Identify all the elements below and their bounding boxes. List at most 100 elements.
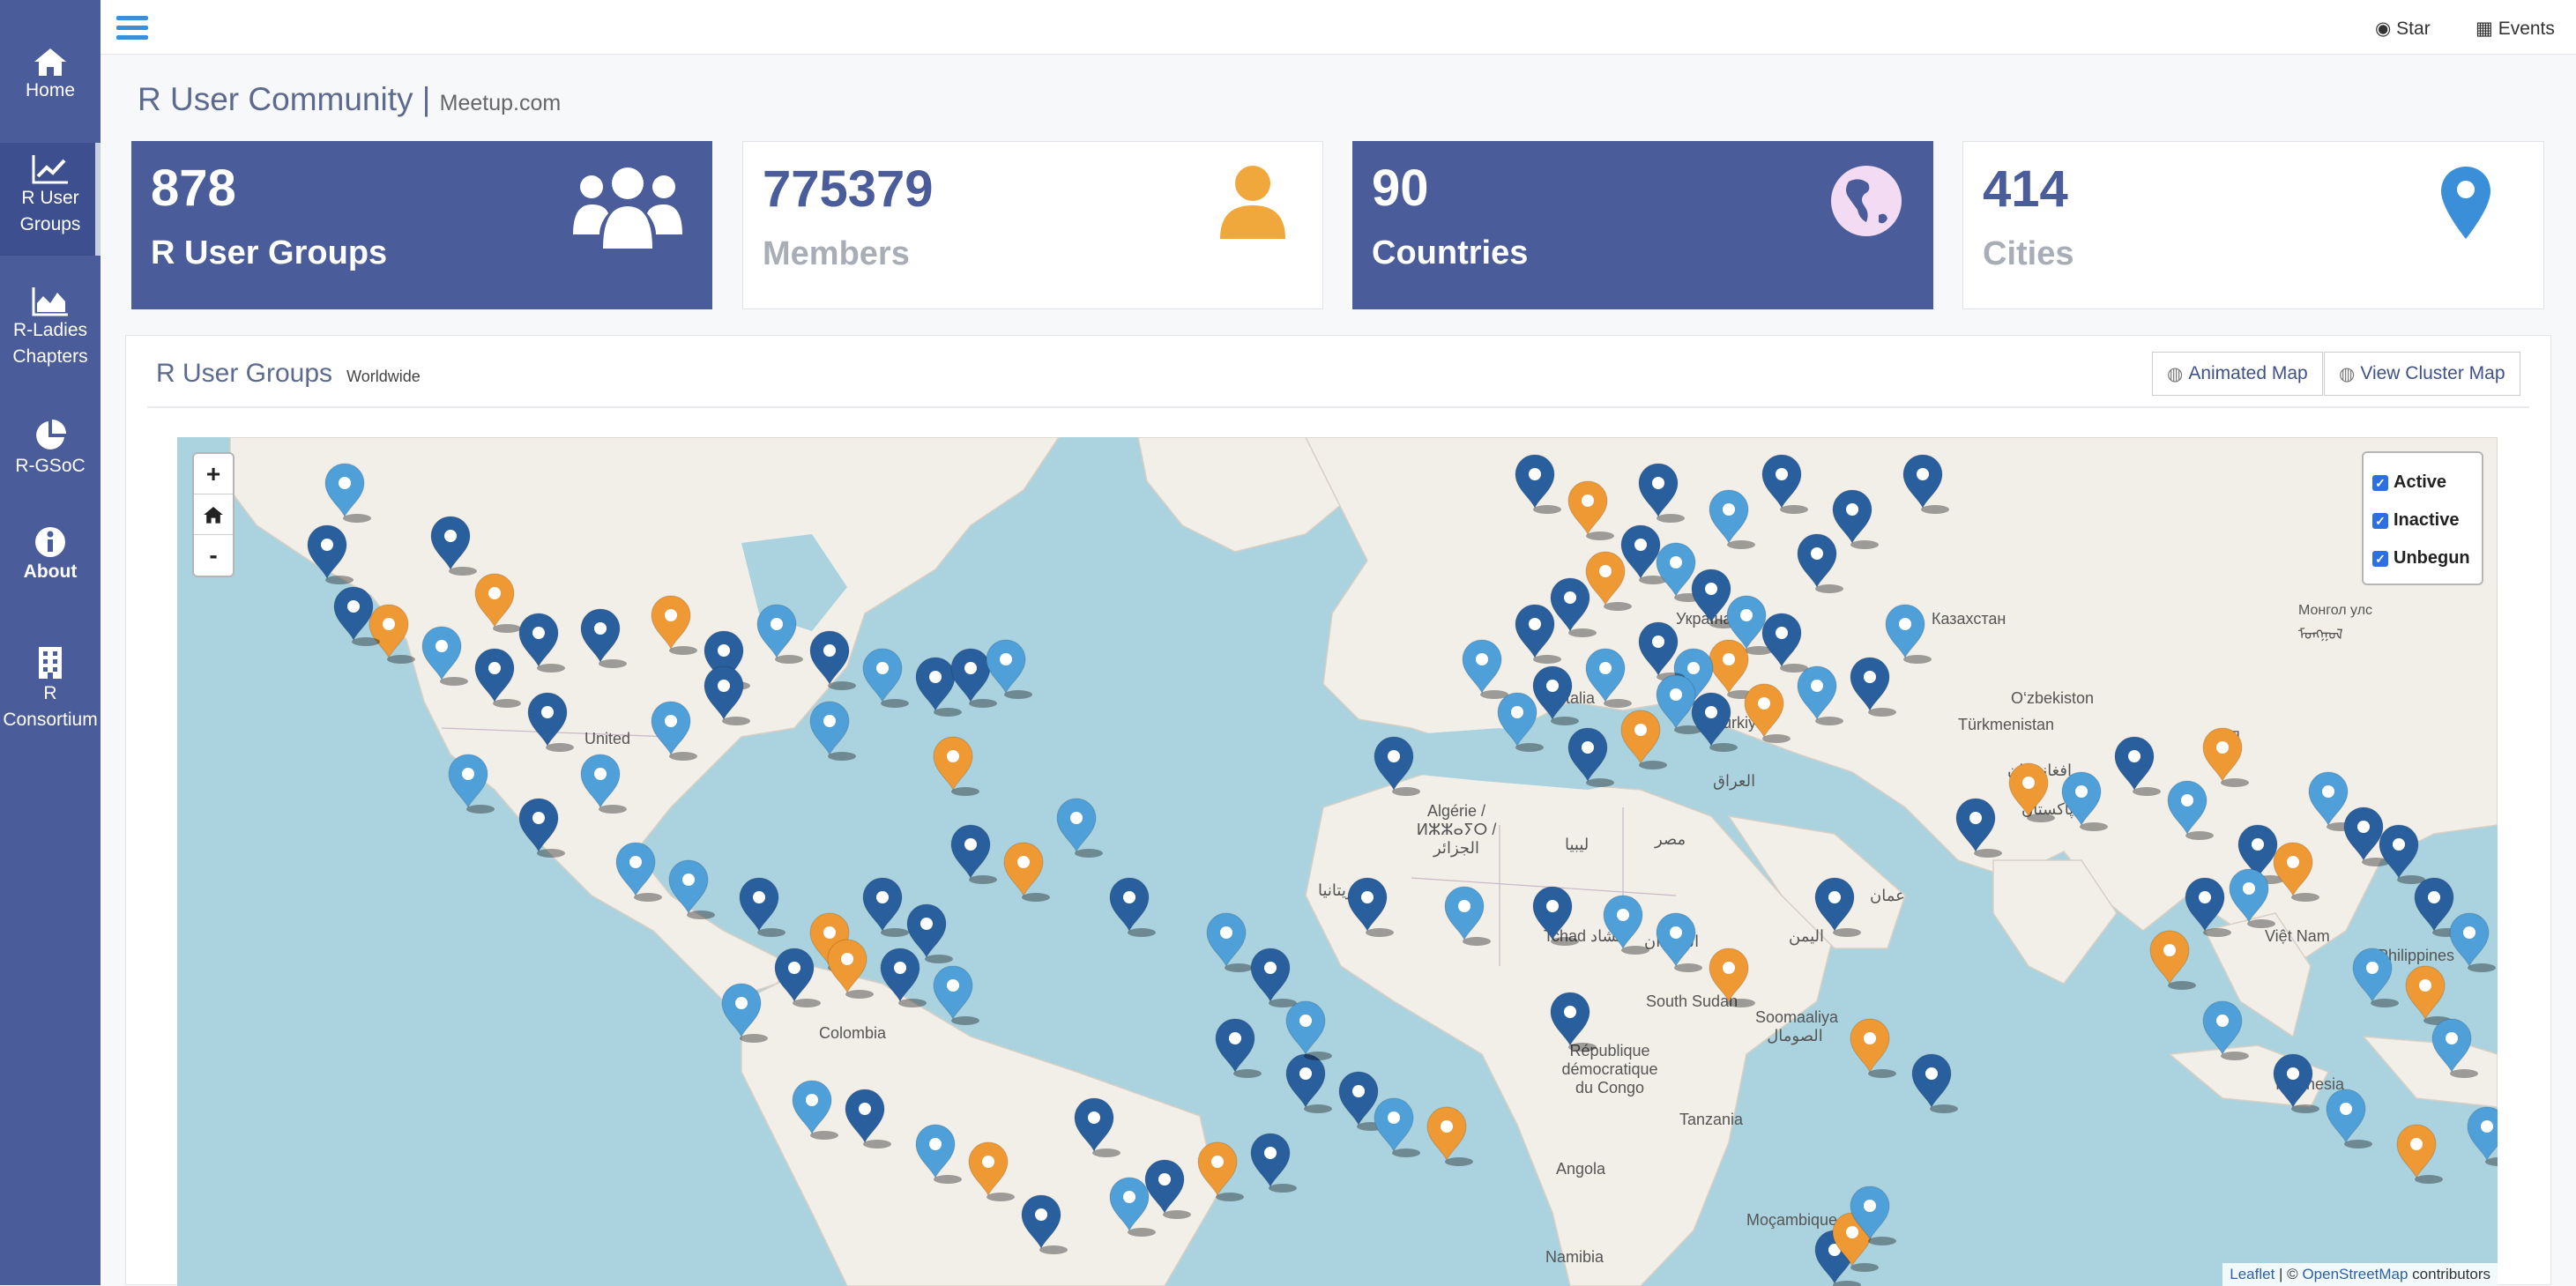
map-marker[interactable] — [369, 604, 415, 664]
map-marker[interactable] — [1515, 604, 1561, 664]
map-marker[interactable] — [474, 648, 521, 708]
animated-map-button[interactable]: ◍ Animated Map — [2152, 352, 2323, 396]
map-marker[interactable] — [1550, 577, 1597, 637]
map-marker[interactable] — [1620, 710, 1667, 769]
map-marker[interactable] — [2431, 1018, 2478, 1078]
map-marker[interactable] — [2273, 1053, 2319, 1113]
map-marker[interactable] — [421, 626, 468, 686]
map-marker[interactable] — [1497, 692, 1544, 752]
sidebar-item-about[interactable]: About — [0, 525, 101, 605]
osm-link[interactable]: OpenStreetMap — [2302, 1266, 2408, 1282]
map-marker[interactable] — [1515, 454, 1561, 514]
map-marker[interactable] — [1585, 648, 1632, 708]
map-marker[interactable] — [2149, 930, 2196, 990]
map-marker[interactable] — [1144, 1159, 1191, 1219]
map-marker[interactable] — [668, 859, 715, 919]
map-marker[interactable] — [2202, 727, 2249, 787]
map-marker[interactable] — [518, 613, 565, 673]
map-marker[interactable] — [950, 824, 997, 884]
map-marker[interactable] — [1832, 489, 1879, 549]
layer-inactive-toggle[interactable]: ✓ Inactive — [2372, 502, 2473, 539]
map-marker[interactable] — [1285, 1053, 1332, 1113]
map-marker[interactable] — [2202, 1000, 2249, 1060]
map-marker[interactable] — [2467, 1106, 2498, 1166]
map-marker[interactable] — [933, 736, 979, 796]
map-marker[interactable] — [1885, 604, 1932, 664]
sidebar-item-r-ladies-chapters[interactable]: R-Ladies Chapters — [0, 286, 101, 383]
map-marker[interactable] — [2396, 1124, 2443, 1184]
map-marker[interactable] — [2273, 842, 2319, 902]
sidebar-item-r-user-groups[interactable]: R User Groups — [0, 143, 101, 256]
map-marker[interactable] — [1250, 1133, 1297, 1193]
map-marker[interactable] — [915, 1124, 962, 1184]
map-marker[interactable] — [1850, 657, 1896, 717]
map-marker[interactable] — [1955, 798, 2002, 858]
map-marker[interactable] — [1911, 1053, 1958, 1113]
map-marker[interactable] — [615, 842, 662, 902]
map-marker[interactable] — [324, 463, 371, 523]
map-marker[interactable] — [827, 939, 874, 999]
map-marker[interactable] — [986, 639, 1032, 699]
view-cluster-map-button[interactable]: ◍ View Cluster Map — [2324, 352, 2520, 396]
layer-unbegun-toggle[interactable]: ✓ Unbegun — [2372, 539, 2473, 577]
map-marker[interactable] — [1074, 1097, 1120, 1157]
map-marker[interactable] — [774, 948, 821, 1007]
map-marker[interactable] — [474, 573, 521, 633]
sidebar-item-r-consortium[interactable]: R Consortium — [0, 645, 101, 742]
map-marker[interactable] — [2326, 1089, 2372, 1148]
map-marker[interactable] — [933, 965, 979, 1025]
map-marker[interactable] — [1109, 877, 1156, 937]
map-marker[interactable] — [809, 630, 856, 690]
map-marker[interactable] — [862, 648, 909, 708]
layer-active-toggle[interactable]: ✓ Active — [2372, 464, 2473, 502]
map-marker[interactable] — [1585, 551, 1632, 611]
zoom-in-button[interactable]: + — [194, 454, 233, 494]
map-marker[interactable] — [1532, 665, 1579, 725]
map-marker[interactable] — [721, 983, 768, 1043]
events-link[interactable]: ▦ Events — [2475, 18, 2555, 40]
map-marker[interactable] — [651, 595, 697, 655]
map-marker[interactable] — [1550, 992, 1597, 1052]
map-marker[interactable] — [448, 754, 495, 814]
map-marker[interactable] — [1761, 454, 1808, 514]
zoom-out-button[interactable]: - — [194, 535, 233, 576]
map-marker[interactable] — [1797, 533, 1843, 593]
map-marker[interactable] — [2379, 824, 2425, 884]
map-marker[interactable] — [1021, 1194, 1068, 1254]
map-marker[interactable] — [2167, 780, 2214, 840]
map-marker[interactable] — [518, 798, 565, 858]
map-marker[interactable] — [1744, 683, 1791, 743]
map-marker[interactable] — [704, 665, 750, 725]
map-marker[interactable] — [862, 877, 909, 937]
sidebar-item-r-gsoc[interactable]: R-GSoC — [0, 418, 101, 497]
sidebar-item-home[interactable]: Home — [0, 46, 101, 125]
map-marker[interactable] — [2449, 912, 2496, 972]
map-marker[interactable] — [1285, 1000, 1332, 1060]
map-marker[interactable] — [580, 608, 627, 668]
map-marker[interactable] — [845, 1089, 891, 1148]
map-marker[interactable] — [1206, 912, 1253, 972]
map-marker[interactable] — [1374, 736, 1420, 796]
map-marker[interactable] — [1638, 463, 1685, 523]
map-marker[interactable] — [1374, 1097, 1420, 1157]
world-map[interactable]: United Україна Казахстан Монгол улс ᠮᠣᠩᠭ… — [177, 437, 2498, 1286]
map-marker[interactable] — [2352, 948, 2399, 1007]
map-marker[interactable] — [1814, 877, 1861, 937]
map-marker[interactable] — [1797, 665, 1843, 725]
map-marker[interactable] — [651, 701, 697, 761]
leaflet-link[interactable]: Leaflet — [2230, 1266, 2274, 1282]
map-marker[interactable] — [756, 604, 803, 664]
map-marker[interactable] — [1850, 1018, 1896, 1078]
map-marker[interactable] — [2008, 762, 2055, 822]
map-marker[interactable] — [1709, 489, 1755, 549]
map-marker[interactable] — [1532, 886, 1579, 946]
map-marker[interactable] — [1056, 798, 1103, 858]
map-marker[interactable] — [1761, 613, 1808, 673]
map-marker[interactable] — [968, 1141, 1015, 1201]
map-marker[interactable] — [527, 692, 574, 752]
map-marker[interactable] — [1215, 1018, 1262, 1078]
map-marker[interactable] — [2185, 877, 2231, 937]
hamburger-menu-icon[interactable] — [116, 15, 148, 41]
map-marker[interactable] — [1444, 886, 1491, 946]
map-marker[interactable] — [2114, 736, 2161, 796]
